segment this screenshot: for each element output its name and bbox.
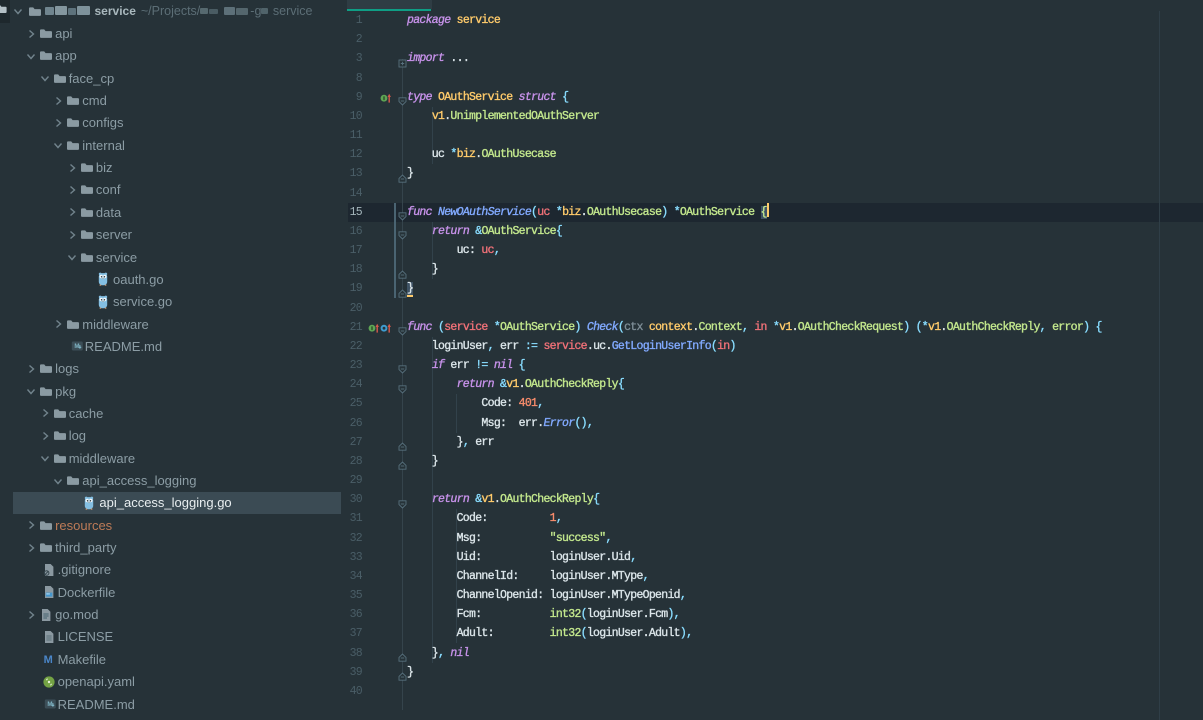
svg-text:M: M [43, 654, 52, 666]
